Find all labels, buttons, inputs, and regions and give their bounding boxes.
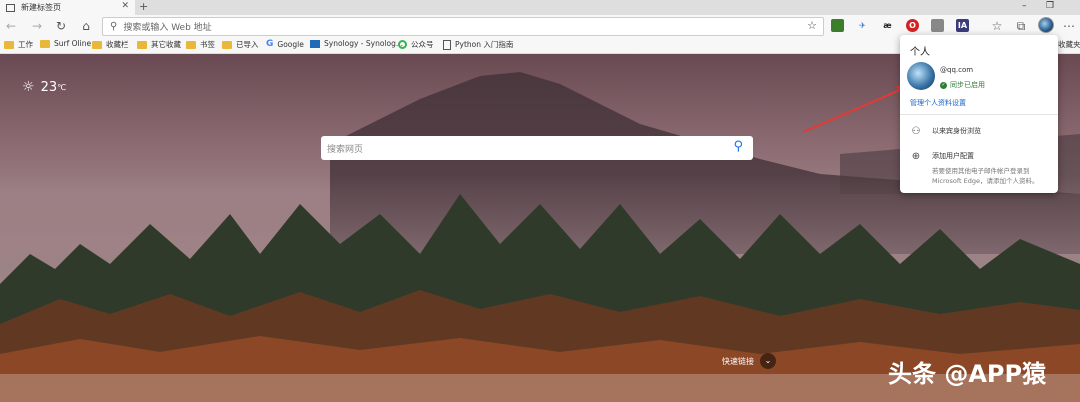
add-profile-description: 若要使用其他电子邮件帐户登录到 Microsoft Edge，请添加个人资料。 (932, 167, 1039, 185)
profile-email: @qq.com (940, 66, 974, 74)
profile-title: 个人 (910, 47, 930, 58)
profile-popup: 个人 @qq.com ✓ 同步已启用 管理个人资料设置 ⚇ 以来宾身份浏览 ⊕ … (900, 35, 1058, 193)
browse-as-guest-item[interactable]: ⚇ 以来宾身份浏览 (910, 126, 981, 137)
plus-circle-icon: ⊕ (911, 151, 921, 162)
sync-status-label: 同步已启用 (950, 81, 985, 89)
sync-status: ✓ 同步已启用 (940, 80, 985, 90)
manage-profile-link[interactable]: 管理个人资料设置 (910, 98, 966, 108)
divider (900, 114, 1058, 115)
guest-label: 以来宾身份浏览 (932, 127, 981, 135)
guest-icon: ⚇ (911, 126, 921, 137)
add-profile-item[interactable]: ⊕ 添加用户配置 (910, 151, 974, 162)
add-profile-label: 添加用户配置 (932, 152, 974, 160)
profile-avatar (907, 62, 935, 90)
check-icon: ✓ (940, 81, 947, 89)
